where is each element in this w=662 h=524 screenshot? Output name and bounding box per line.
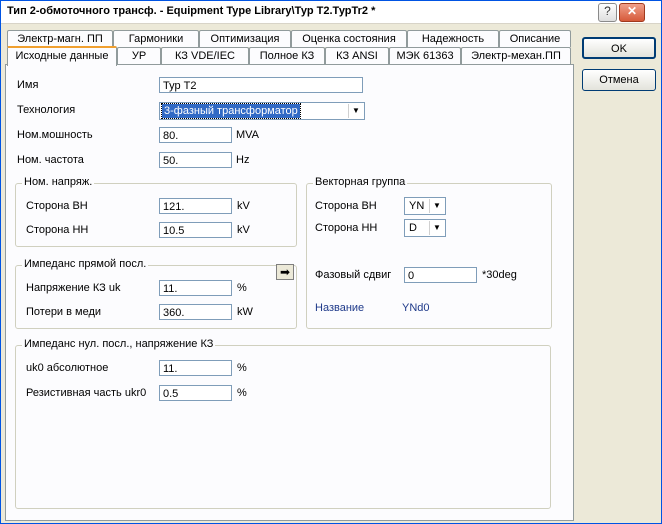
tab-description[interactable]: Описание: [499, 30, 571, 47]
tab-harmonics[interactable]: Гармоники: [113, 30, 199, 47]
phase-shift-input[interactable]: 0: [404, 267, 477, 283]
rated-frequency-label: Ном. частота: [17, 154, 84, 166]
vector-lv-value: D: [409, 222, 417, 234]
technology-value: 3-фазный трансформатор: [161, 103, 301, 119]
copper-losses-label: Потери в меди: [26, 306, 102, 318]
uk0-unit: %: [237, 362, 247, 374]
tab-rms-simulation[interactable]: Электр-механ.ПП: [461, 47, 571, 64]
tab-basic-data[interactable]: Исходные данные: [7, 46, 117, 66]
zero-sequence-title: Импеданс нул. посл., напряжение КЗ: [22, 338, 216, 350]
hv-voltage-input[interactable]: 121.: [159, 198, 232, 214]
basic-data-panel: Имя Тур Т2 Технология 3-фазный трансформ…: [5, 64, 574, 521]
vector-hv-label: Сторона ВН: [315, 200, 377, 212]
title-bar: Тип 2-обмоточного трансф. - Equipment Ty…: [1, 1, 661, 24]
vector-lv-select[interactable]: D ▼: [404, 219, 446, 237]
ukr0-input[interactable]: 0.5: [159, 385, 232, 401]
copper-losses-unit: kW: [237, 306, 253, 318]
close-button[interactable]: ✕: [619, 3, 645, 22]
tab-complete-sc[interactable]: Полное КЗ: [249, 47, 325, 64]
name-input[interactable]: Тур Т2: [159, 77, 363, 93]
vector-name-value: YNd0: [402, 302, 430, 314]
uk0-input[interactable]: 11.: [159, 360, 232, 376]
help-button[interactable]: ?: [598, 3, 617, 22]
ok-button[interactable]: OK: [582, 37, 656, 59]
rated-voltage-group: Ном. напряж. Сторона ВН 121. kV Сторона …: [15, 176, 297, 247]
sc-voltage-label: Напряжение КЗ uk: [26, 282, 121, 294]
rated-power-input[interactable]: 80.: [159, 127, 232, 143]
lv-voltage-unit: kV: [237, 224, 250, 236]
phase-shift-label: Фазовый сдвиг: [315, 269, 392, 281]
phase-shift-unit: *30deg: [482, 269, 517, 281]
lv-voltage-label: Сторона НН: [26, 224, 89, 236]
hv-voltage-unit: kV: [237, 200, 250, 212]
tab-state-estimation[interactable]: Оценка состояния: [291, 30, 407, 47]
tab-optimization[interactable]: Оптимизация: [199, 30, 291, 47]
vector-name-label: Название: [315, 302, 365, 314]
ukr0-unit: %: [237, 387, 247, 399]
uk0-label: uk0 абсолютное: [26, 362, 109, 374]
tab-sc-ansi[interactable]: КЗ ANSI: [325, 47, 389, 64]
sc-voltage-unit: %: [237, 282, 247, 294]
chevron-down-icon[interactable]: ▼: [429, 221, 444, 235]
rated-frequency-input[interactable]: 50.: [159, 152, 232, 168]
tab-emt[interactable]: Электр-магн. ПП: [7, 30, 113, 47]
window-title: Тип 2-обмоточного трансф. - Equipment Ty…: [7, 5, 376, 17]
technology-label: Технология: [17, 104, 76, 116]
positive-sequence-group: Импеданс прямой посл. Напряжение КЗ uk 1…: [15, 258, 297, 329]
zero-sequence-group: Импеданс нул. посл., напряжение КЗ uk0 а…: [15, 338, 551, 509]
tab-iec-61363[interactable]: МЭК 61363: [389, 47, 461, 64]
rated-power-label: Ном.мошность: [17, 129, 93, 141]
positive-sequence-title: Импеданс прямой посл.: [22, 258, 149, 270]
arrow-right-icon[interactable]: ➡: [276, 264, 294, 280]
ukr0-label: Резистивная часть ukr0: [26, 387, 147, 399]
technology-select[interactable]: 3-фазный трансформатор ▼: [159, 102, 365, 120]
rated-power-unit: MVA: [236, 129, 260, 141]
lv-voltage-input[interactable]: 10.5: [159, 222, 232, 238]
vector-hv-value: YN: [409, 200, 425, 212]
rated-voltage-title: Ном. напряж.: [22, 176, 95, 188]
copper-losses-input[interactable]: 360.: [159, 304, 232, 320]
name-label: Имя: [17, 79, 39, 91]
sc-voltage-input[interactable]: 11.: [159, 280, 232, 296]
vector-hv-select[interactable]: YN ▼: [404, 197, 446, 215]
chevron-down-icon[interactable]: ▼: [348, 104, 363, 118]
hv-voltage-label: Сторона ВН: [26, 200, 88, 212]
dialog-window: Тип 2-обмоточного трансф. - Equipment Ty…: [0, 0, 662, 524]
tab-reliability[interactable]: Надежность: [407, 30, 499, 47]
vector-group-title: Векторная группа: [313, 176, 408, 188]
rated-frequency-unit: Hz: [236, 154, 250, 166]
vector-group-box: Векторная группа Сторона ВН YN ▼ Сторона…: [306, 176, 552, 329]
tab-sc-vde-iec[interactable]: КЗ VDE/IEC: [161, 47, 249, 64]
cancel-button[interactable]: Отмена: [582, 69, 656, 91]
chevron-down-icon[interactable]: ▼: [429, 199, 444, 213]
tab-load-flow[interactable]: УР: [117, 47, 161, 64]
vector-lv-label: Сторона НН: [315, 222, 378, 234]
